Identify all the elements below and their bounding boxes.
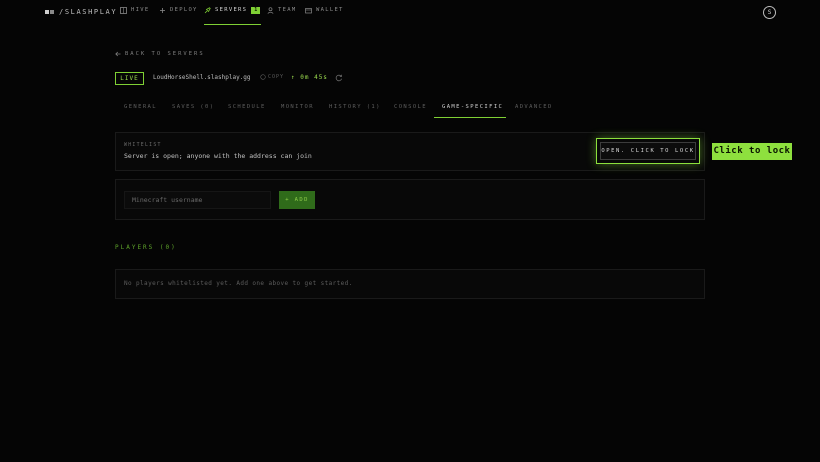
top-nav: /SLASHPLAY HIVE DEPLOY SERVERS 1 TEAM WA… (0, 0, 820, 25)
uptime-value: 0m 45s (300, 74, 328, 81)
nav-item-deploy[interactable]: DEPLOY (159, 7, 198, 25)
plus-icon (160, 8, 165, 13)
tab-advanced[interactable]: ADVANCED (515, 104, 553, 118)
nav-item-hive[interactable]: HIVE (120, 7, 149, 25)
tab-monitor[interactable]: MONITOR (281, 104, 314, 118)
wallet-icon (305, 8, 312, 14)
arrow-up-icon: ↑ (291, 74, 296, 81)
copy-label: COPY (268, 74, 285, 80)
back-label: BACK TO SERVERS (125, 51, 205, 57)
tab-game-specific[interactable]: GAME-SPECIFIC (434, 104, 506, 118)
refresh-icon[interactable] (335, 74, 343, 82)
user-avatar[interactable]: S (763, 6, 776, 19)
empty-state: No players whitelisted yet. Add one abov… (124, 280, 353, 287)
people-icon (267, 7, 274, 14)
lock-whitelist-button[interactable]: OPEN. CLICK TO LOCK (600, 142, 696, 160)
tab-schedule[interactable]: SCHEDULE (228, 104, 266, 118)
arrow-left-icon (115, 51, 121, 57)
nav-item-wallet[interactable]: WALLET (305, 7, 344, 25)
brand-name: /SLASHPLAY (59, 8, 118, 16)
username-input[interactable] (124, 191, 271, 209)
tab-history[interactable]: HISTORY (1) (329, 104, 381, 118)
grid-icon (120, 7, 127, 14)
players-heading: PLAYERS (0) (115, 244, 177, 251)
nav-item-label: SERVERS (215, 7, 248, 13)
nav-item-label: TEAM (278, 7, 297, 13)
server-host: LoudHorseShell.slashplay.gg (153, 74, 251, 81)
tab-console[interactable]: CONSOLE (394, 104, 427, 118)
nav-item-servers[interactable]: SERVERS 1 (204, 7, 261, 25)
uptime: ↑ 0m 45s (291, 74, 328, 81)
status-badge: LIVE (115, 72, 144, 85)
lock-button-focus-ring: OPEN. CLICK TO LOCK (596, 138, 700, 164)
copy-icon (260, 74, 266, 80)
logo-icon (45, 10, 54, 14)
brand-logo[interactable]: /SLASHPLAY (45, 8, 117, 16)
tab-saves[interactable]: SAVES (0) (172, 104, 214, 118)
nav-item-label: HIVE (131, 7, 150, 13)
add-player-button[interactable]: + ADD (279, 191, 315, 209)
nav-item-label: WALLET (316, 7, 344, 13)
copy-button[interactable]: COPY (260, 74, 284, 80)
whitelist-label: WHITELIST (124, 143, 162, 148)
back-to-servers-link[interactable]: BACK TO SERVERS (115, 51, 205, 57)
nav-item-team[interactable]: TEAM (267, 7, 296, 25)
server-tabs: GENERAL SAVES (0) SCHEDULE MONITOR HISTO… (115, 100, 705, 118)
tooltip: Click to lock (712, 143, 792, 160)
nav-item-label: DEPLOY (170, 7, 198, 13)
servers-count-badge: 1 (251, 7, 261, 14)
tab-general[interactable]: GENERAL (124, 104, 157, 118)
rocket-icon (204, 7, 211, 14)
whitelist-description: Server is open; anyone with the address … (124, 152, 312, 160)
